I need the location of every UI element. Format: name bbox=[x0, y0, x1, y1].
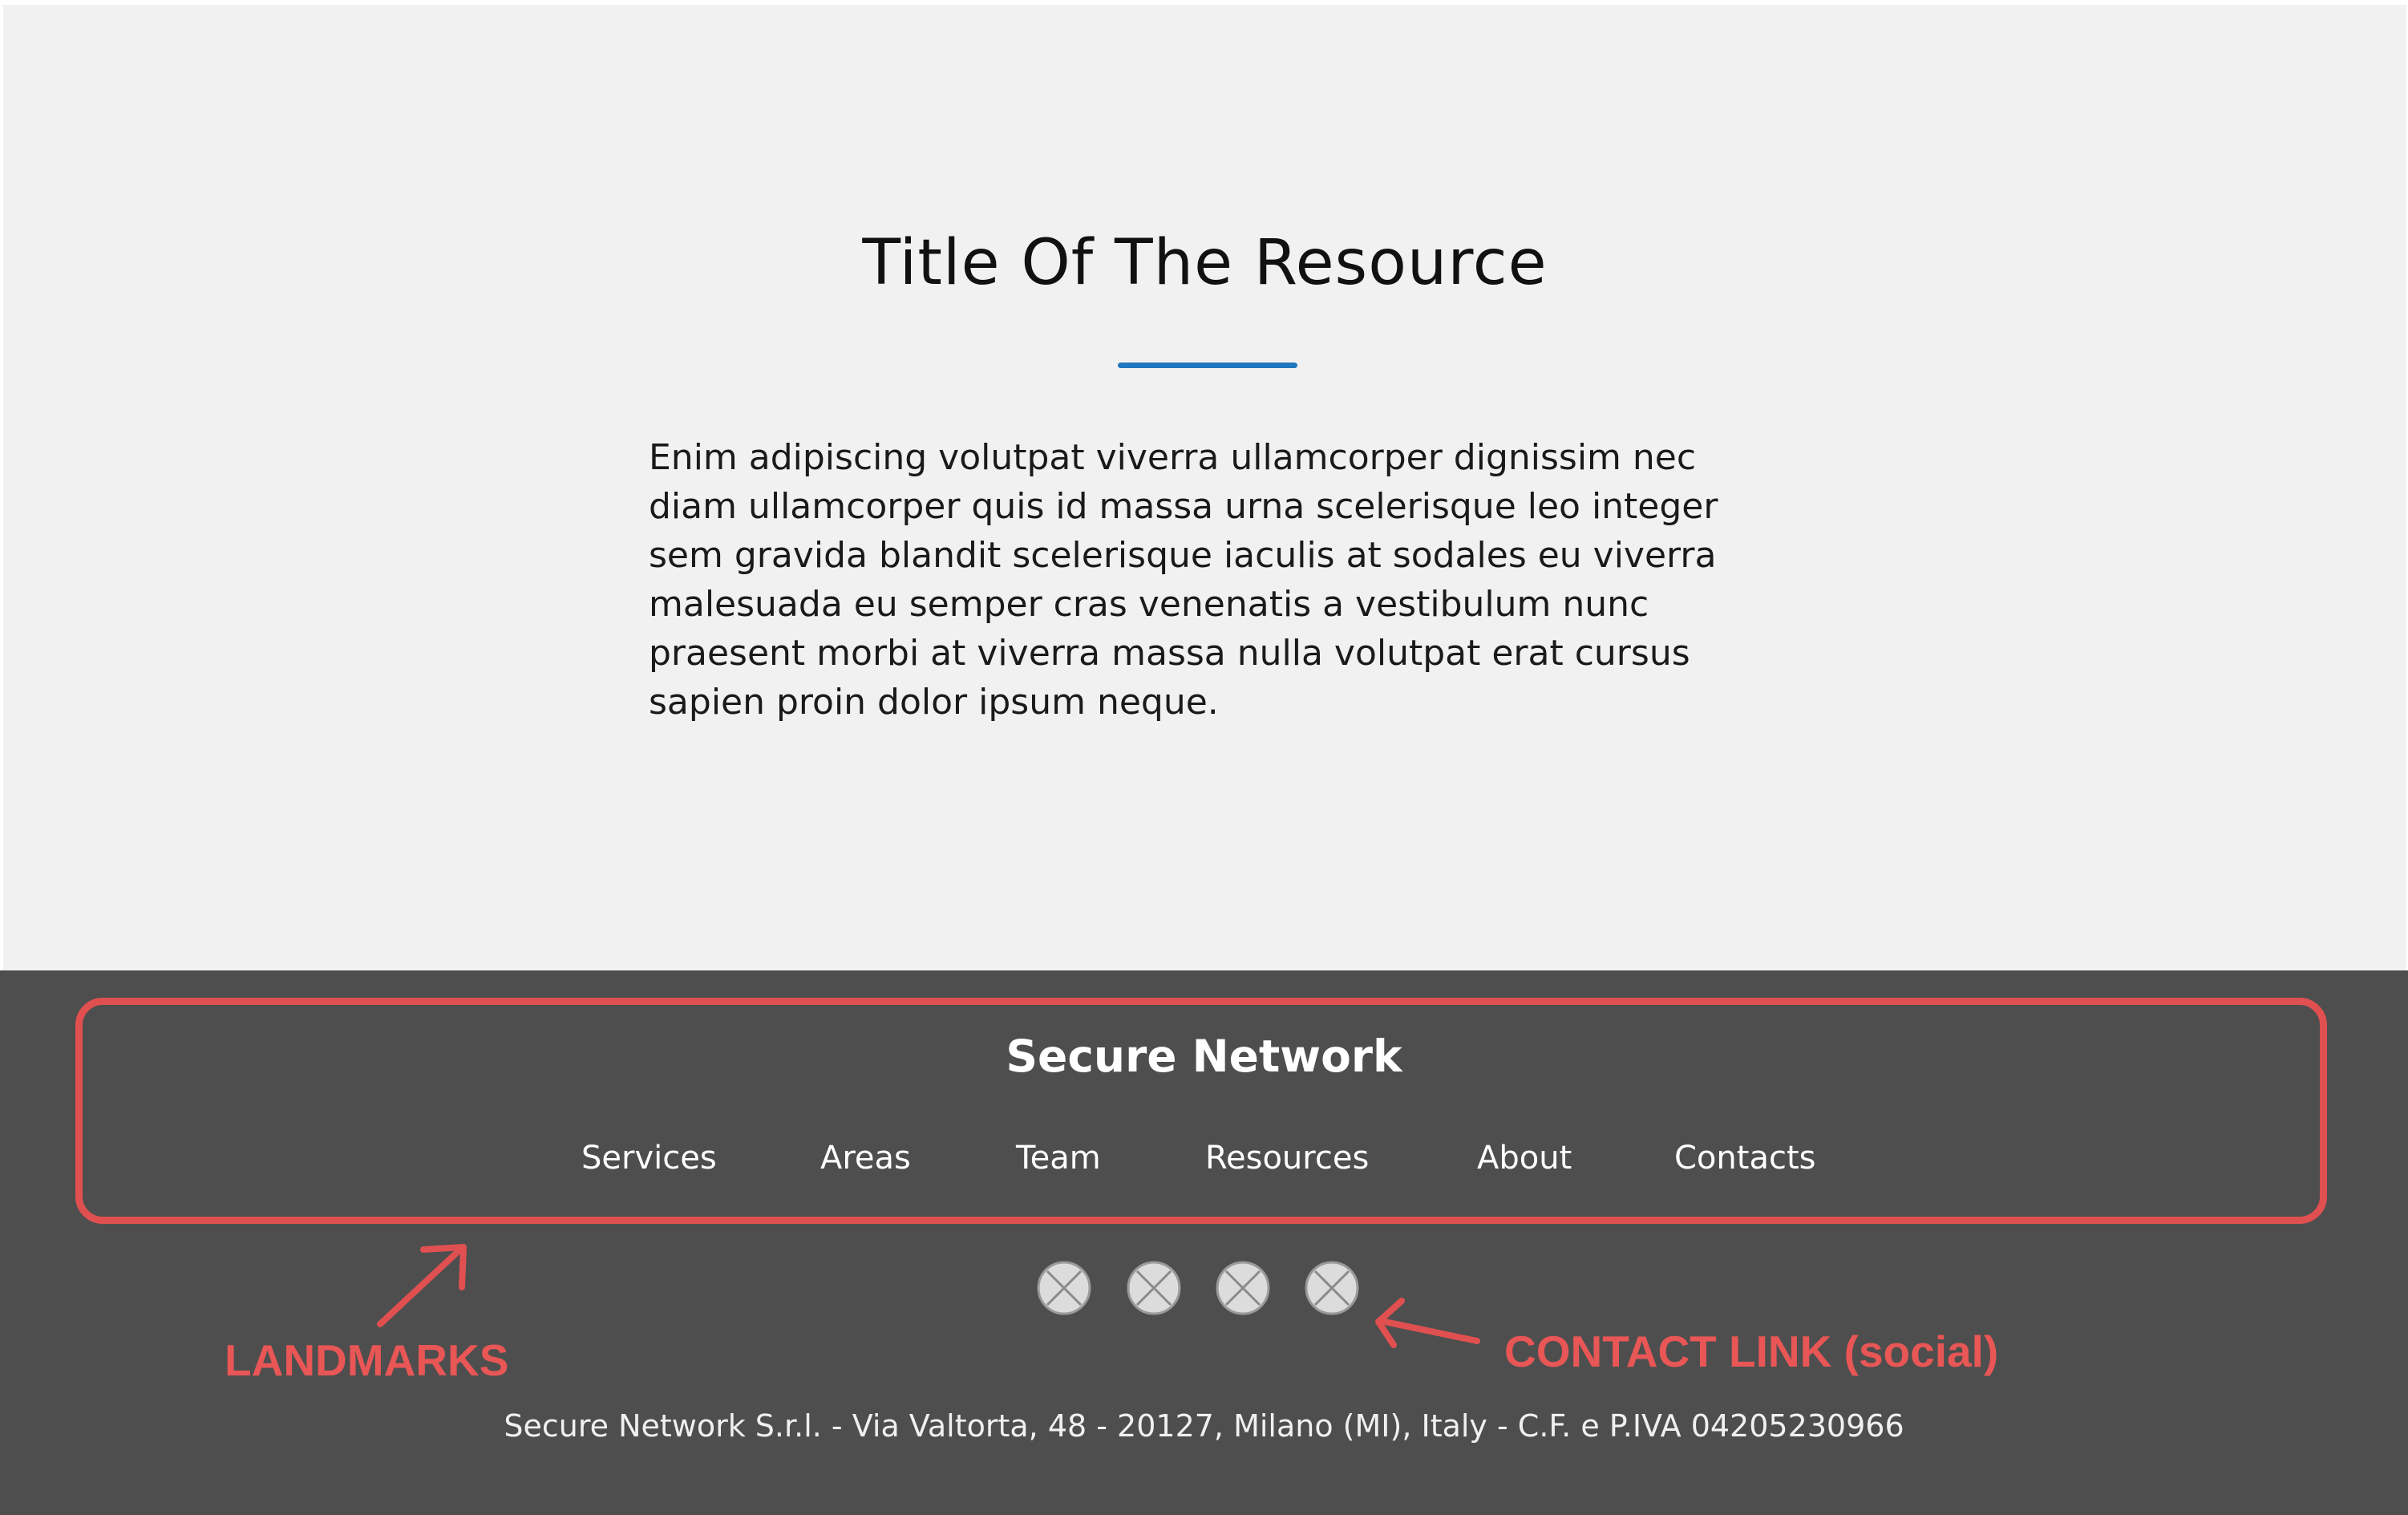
contact-link-annotation: CONTACT LINK (social) bbox=[1504, 1327, 1999, 1376]
footer-nav-contacts[interactable]: Contacts bbox=[1674, 1139, 1815, 1177]
footer-nav-about[interactable]: About bbox=[1477, 1139, 1572, 1177]
resource-section: Title Of The Resource Enim adipiscing vo… bbox=[3, 5, 2406, 970]
social-link-icon[interactable] bbox=[1304, 1260, 1360, 1316]
landmarks-annotation: LANDMARKS bbox=[225, 1335, 509, 1385]
resource-body: Enim adipiscing volutpat viverra ullamco… bbox=[649, 437, 1718, 723]
social-link-icon[interactable] bbox=[1126, 1260, 1182, 1316]
footer-nav-team[interactable]: Team bbox=[1016, 1139, 1101, 1177]
footer-brand: Secure Network bbox=[1006, 1031, 1402, 1082]
title-underline bbox=[1118, 363, 1297, 368]
footer-copyright: Secure Network S.r.l. - Via Valtorta, 48… bbox=[504, 1408, 1904, 1444]
social-link-icon[interactable] bbox=[1215, 1260, 1271, 1316]
social-link-icon[interactable] bbox=[1036, 1260, 1092, 1316]
footer-nav-resources[interactable]: Resources bbox=[1205, 1139, 1369, 1177]
footer-nav-services[interactable]: Services bbox=[581, 1139, 717, 1177]
footer-nav-areas[interactable]: Areas bbox=[820, 1139, 911, 1177]
page-title: Title Of The Resource bbox=[862, 227, 1548, 299]
